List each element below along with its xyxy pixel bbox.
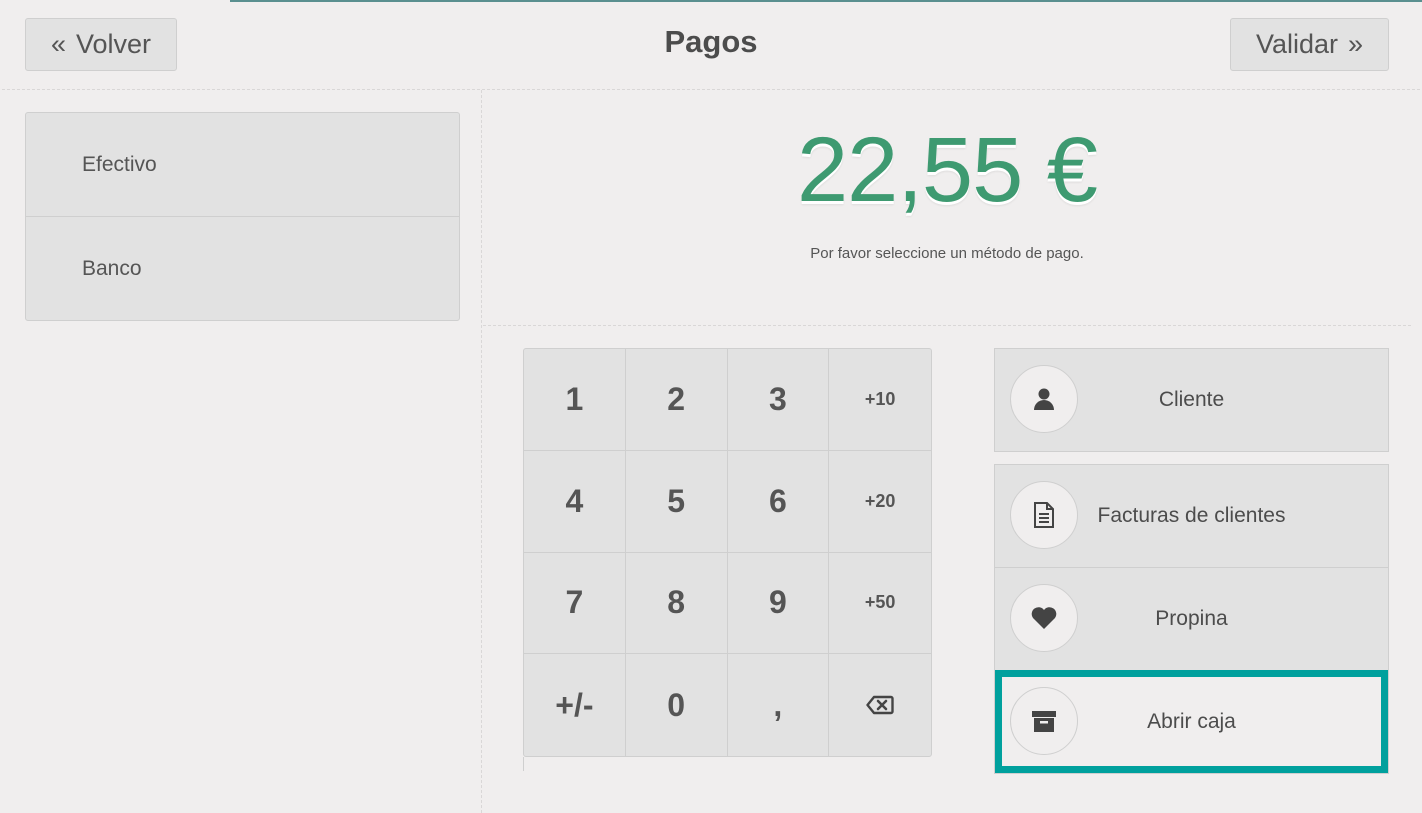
double-chevron-right-icon: » — [1348, 29, 1364, 59]
numpad-key-5[interactable]: 5 — [625, 450, 728, 553]
payment-methods-panel: Efectivo Banco — [2, 90, 482, 813]
heart-icon — [1010, 584, 1078, 652]
validate-button[interactable]: Validar » — [1230, 18, 1389, 71]
customer-button[interactable]: Cliente — [995, 349, 1388, 451]
numpad: 1 2 3 +10 4 5 6 +20 7 8 9 +50 +/- 0 , — [523, 348, 932, 757]
payment-method-label: Efectivo — [82, 152, 157, 176]
tip-button[interactable]: Propina — [995, 567, 1388, 670]
page-title: Pagos — [664, 24, 758, 59]
amount-due-area: 22,55 € Por favor seleccione un método d… — [483, 90, 1411, 326]
file-text-icon — [1010, 481, 1078, 549]
payment-method-list: Efectivo Banco — [25, 112, 460, 321]
numpad-key-0[interactable]: 0 — [626, 654, 728, 756]
numpad-key-6[interactable]: 6 — [727, 450, 830, 553]
payment-hint: Por favor seleccione un método de pago. — [810, 245, 1084, 262]
numpad-key-plus10[interactable]: +10 — [829, 349, 931, 451]
open-cashbox-label: Abrir caja — [1147, 710, 1236, 733]
numpad-key-2[interactable]: 2 — [625, 349, 728, 451]
payment-method-banco[interactable]: Banco — [26, 216, 459, 320]
backspace-icon — [866, 695, 894, 715]
numpad-key-4[interactable]: 4 — [524, 450, 626, 553]
customer-label: Cliente — [1158, 388, 1225, 411]
archive-icon — [1010, 687, 1078, 755]
numpad-key-9[interactable]: 9 — [727, 552, 830, 655]
open-cashbox-button[interactable]: Abrir caja — [995, 670, 1388, 773]
extra-actions-group: Facturas de clientes Propina Abrir caja — [994, 464, 1389, 774]
numpad-key-backspace[interactable] — [829, 654, 931, 756]
numpad-key-plus50[interactable]: +50 — [829, 553, 931, 655]
numpad-key-1[interactable]: 1 — [524, 349, 626, 451]
user-icon — [1010, 365, 1078, 433]
numpad-edge — [523, 757, 524, 771]
customer-button-group: Cliente — [994, 348, 1389, 452]
payment-method-label: Banco — [82, 256, 142, 280]
customer-invoices-button[interactable]: Facturas de clientes — [995, 465, 1388, 567]
numpad-key-plus20[interactable]: +20 — [829, 451, 931, 553]
amount-due: 22,55 € — [797, 119, 1098, 221]
tip-label: Propina — [1155, 607, 1228, 630]
numpad-key-7[interactable]: 7 — [524, 552, 626, 655]
numpad-key-sign[interactable]: +/- — [524, 654, 626, 756]
payment-method-efectivo[interactable]: Efectivo — [26, 113, 459, 216]
header: « Volver Pagos Validar » — [2, 2, 1420, 90]
validate-label: Validar — [1255, 29, 1338, 59]
customer-invoices-label: Facturas de clientes — [1097, 504, 1286, 527]
numpad-key-3[interactable]: 3 — [727, 349, 830, 451]
payment-panel: 22,55 € Por favor seleccione un método d… — [483, 90, 1420, 813]
numpad-key-8[interactable]: 8 — [625, 552, 728, 655]
numpad-key-comma[interactable]: , — [728, 654, 830, 756]
